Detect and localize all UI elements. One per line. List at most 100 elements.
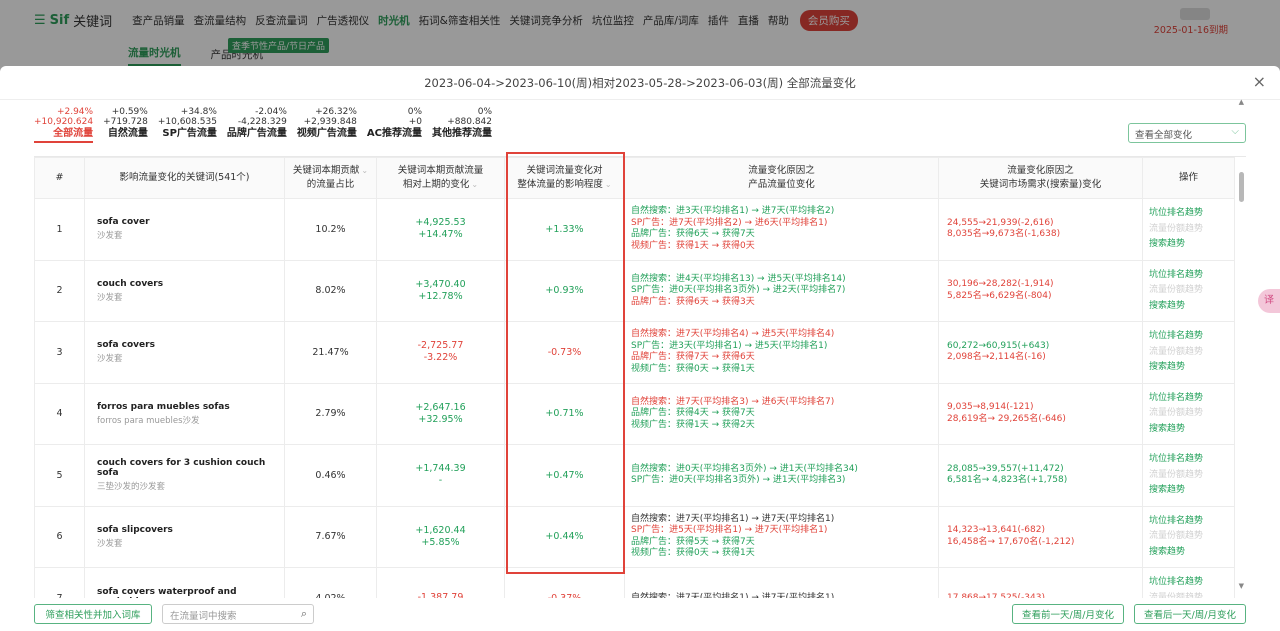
search-icon[interactable]: ⌕: [301, 607, 307, 621]
rank-trend-link[interactable]: 坑位排名趋势: [1149, 391, 1234, 407]
search-trend-link[interactable]: 搜索趋势: [1149, 360, 1234, 376]
scrollbar-thumb[interactable]: [1239, 172, 1244, 202]
tab-traffic-time-machine[interactable]: 流量时光机: [128, 45, 181, 66]
row-impact: +0.47%: [504, 444, 625, 507]
nav-item-1[interactable]: 查流量结构: [194, 13, 247, 28]
search-trend-link[interactable]: 搜索趋势: [1149, 299, 1234, 315]
row-index: 4: [34, 382, 85, 445]
keyword-en[interactable]: sofa cover: [97, 217, 284, 227]
sort-icon[interactable]: ⌄: [361, 166, 368, 175]
rank-trend-link[interactable]: 坑位排名趋势: [1149, 206, 1234, 222]
scroll-up-icon[interactable]: ▲: [1239, 98, 1244, 106]
table-scrollbar[interactable]: [1239, 108, 1244, 594]
traffic-tab-4[interactable]: +26.32% +2,939.848 视频广告流量: [297, 107, 357, 141]
rank-reason-line: 自然搜索：进7天(平均排名3) → 进6天(平均排名7): [631, 396, 835, 407]
row-rank-reason: 自然搜索：进4天(平均排名13) → 进5天(平均排名14) SP广告：进0天(平…: [624, 259, 939, 322]
traffic-tab-5[interactable]: 0% +0 AC推荐流量: [367, 107, 422, 141]
keyword-en[interactable]: couch covers for 3 cushion couch sofa: [97, 458, 284, 478]
row-rank-reason: 自然搜索：进7天(平均排名1) → 进7天(平均排名1): [624, 567, 939, 598]
search-trend-link[interactable]: 搜索趋势: [1149, 237, 1234, 253]
nav-item-5[interactable]: 拓词&筛查相关性: [419, 13, 501, 28]
rank-reason-line: SP广告：进0天(平均排名3页外) → 进2天(平均排名7): [631, 285, 846, 295]
market-reason-line: 30,196→28,282(-1,914): [947, 279, 1054, 290]
avatar[interactable]: [1180, 8, 1210, 20]
nav-item-10[interactable]: 直播: [738, 13, 759, 28]
row-keyword: sofa covers waterproof and washable: [84, 567, 285, 598]
keyword-en[interactable]: sofa covers: [97, 340, 284, 350]
search-trend-link[interactable]: 搜索趋势: [1149, 483, 1234, 499]
traffic-tab-label: 其他推荐流量: [432, 128, 492, 139]
keyword-en[interactable]: sofa covers waterproof and washable: [97, 587, 284, 598]
rank-reason-line: 自然搜索：进7天(平均排名4) → 进5天(平均排名4): [631, 329, 835, 340]
translate-float-button[interactable]: 译: [1258, 289, 1280, 313]
search-trend-link[interactable]: 搜索趋势: [1149, 545, 1234, 561]
row-rank-reason: 自然搜索：进7天(平均排名3) → 进6天(平均排名7) 品牌广告：获得4天 → …: [624, 382, 939, 445]
view-next-period-button[interactable]: 查看后一天/周/月变化: [1134, 604, 1246, 624]
traffic-tab-value: +0: [408, 117, 422, 127]
traffic-tab-1[interactable]: +0.59% +719.728 自然流量: [103, 107, 148, 141]
nav-item-3[interactable]: 广告透视仪: [317, 13, 370, 28]
keyword-en[interactable]: couch covers: [97, 279, 284, 289]
season-badge[interactable]: 查季节性产品/节日产品: [228, 38, 330, 53]
view-change-select[interactable]: 查看全部变化 ⌵: [1128, 123, 1246, 143]
row-rank-reason: 自然搜索：进3天(平均排名1) → 进7天(平均排名2) SP广告：进7天(平均排…: [624, 198, 939, 261]
traffic-tab-6[interactable]: 0% +880.842 其他推荐流量: [432, 107, 492, 141]
row-market-reason: 17,868→17,525(-343): [938, 567, 1143, 598]
col-impact[interactable]: 关键词流量变化对 整体流量的影响程度 ⌄: [504, 157, 625, 199]
table-body: 1 sofa cover 沙发套 10.2% +4,925.53 +14.47% +1.33…: [34, 198, 1235, 598]
sort-icon[interactable]: ⌄: [471, 180, 478, 189]
traffic-tab-3[interactable]: -2.04% -4,228.329 品牌广告流量: [227, 107, 287, 141]
nav-item-6[interactable]: 关键词竞争分析: [509, 13, 583, 28]
traffic-keyword-search-input[interactable]: 在流量词中搜索 ⌕: [162, 604, 314, 624]
table-row: 4 forros para muebles sofas forros para mu…: [34, 382, 1235, 445]
col-market-reason-line1: 流量变化原因之: [1007, 165, 1074, 176]
keyword-en[interactable]: sofa slipcovers: [97, 525, 284, 535]
row-ops: 坑位排名趋势流量份额趋势搜索趋势: [1142, 567, 1235, 598]
col-index: #: [34, 157, 85, 199]
keyword-cn: 三垫沙发的沙发套: [97, 482, 166, 493]
row-keyword: sofa slipcovers 沙发套: [84, 505, 285, 568]
nav-item-9[interactable]: 插件: [708, 13, 729, 28]
logo[interactable]: ☰ Sif 关键词: [34, 11, 112, 30]
nav-item-11[interactable]: 帮助: [768, 13, 789, 28]
nav-item-2[interactable]: 反查流量词: [255, 13, 308, 28]
col-rank-reason-line2: 产品流量位变化: [748, 179, 815, 190]
nav-item-0[interactable]: 查产品销量: [132, 13, 185, 28]
rank-trend-link[interactable]: 坑位排名趋势: [1149, 329, 1234, 345]
scroll-down-icon[interactable]: ▼: [1239, 582, 1244, 590]
row-index: 5: [34, 444, 85, 507]
buy-membership-button[interactable]: 会员购买: [799, 9, 858, 31]
rank-trend-link[interactable]: 坑位排名趋势: [1149, 452, 1234, 468]
rank-trend-link[interactable]: 坑位排名趋势: [1149, 514, 1234, 530]
market-reason-line: 8,035名→9,673名(-1,638): [947, 229, 1061, 240]
view-previous-period-button[interactable]: 查看前一天/周/月变化: [1012, 604, 1124, 624]
traffic-tab-0[interactable]: +2.94% +10,920.624 全部流量: [34, 107, 94, 143]
rank-reason-line: SP广告：进0天(平均排名3页外) → 进1天(平均排名3): [631, 475, 846, 486]
traffic-tab-2[interactable]: +34.8% +10,608.535 SP广告流量: [158, 107, 217, 141]
nav-item-8[interactable]: 产品库/词库: [643, 13, 699, 28]
keyword-en[interactable]: forros para muebles sofas: [97, 402, 284, 412]
filter-add-to-library-button[interactable]: 筛查相关性并加入词库: [34, 604, 152, 624]
change-abs: -1,387.79: [417, 592, 464, 598]
row-rank-reason: 自然搜索：进7天(平均排名4) → 进5天(平均排名4) SP广告：进3天(平均排…: [624, 321, 939, 384]
rank-trend-link[interactable]: 坑位排名趋势: [1149, 575, 1234, 591]
col-share-line1: 关键词本期贡献: [292, 165, 360, 176]
keyword-cn: 沙发套: [97, 231, 123, 242]
menu-icon: ☰: [34, 12, 46, 28]
nav-item-4[interactable]: 时光机: [378, 13, 410, 28]
col-keyword: 影响流量变化的关键词(541个): [84, 157, 285, 199]
nav-item-7[interactable]: 坑位监控: [592, 13, 634, 28]
change-abs: +4,925.53: [415, 217, 466, 229]
col-share[interactable]: 关键词本期贡献 ⌄ 的流量占比: [284, 157, 377, 199]
rank-trend-link[interactable]: 坑位排名趋势: [1149, 268, 1234, 284]
sort-icon[interactable]: ⌄: [605, 180, 612, 189]
table-header-row: # 影响流量变化的关键词(541个) 关键词本期贡献 ⌄ 的流量占比 关键词本期贡献…: [34, 157, 1235, 199]
keyword-cn: 沙发套: [97, 292, 123, 303]
row-change: +4,925.53 +14.47%: [376, 198, 505, 261]
change-abs: +2,647.16: [415, 401, 466, 413]
row-index: 6: [34, 505, 85, 568]
close-icon[interactable]: ×: [1253, 72, 1266, 91]
search-trend-link[interactable]: 搜索趋势: [1149, 422, 1234, 438]
traffic-tab-label: 自然流量: [107, 128, 148, 139]
col-change[interactable]: 关键词本期贡献流量 相对上期的变化 ⌄: [376, 157, 505, 199]
